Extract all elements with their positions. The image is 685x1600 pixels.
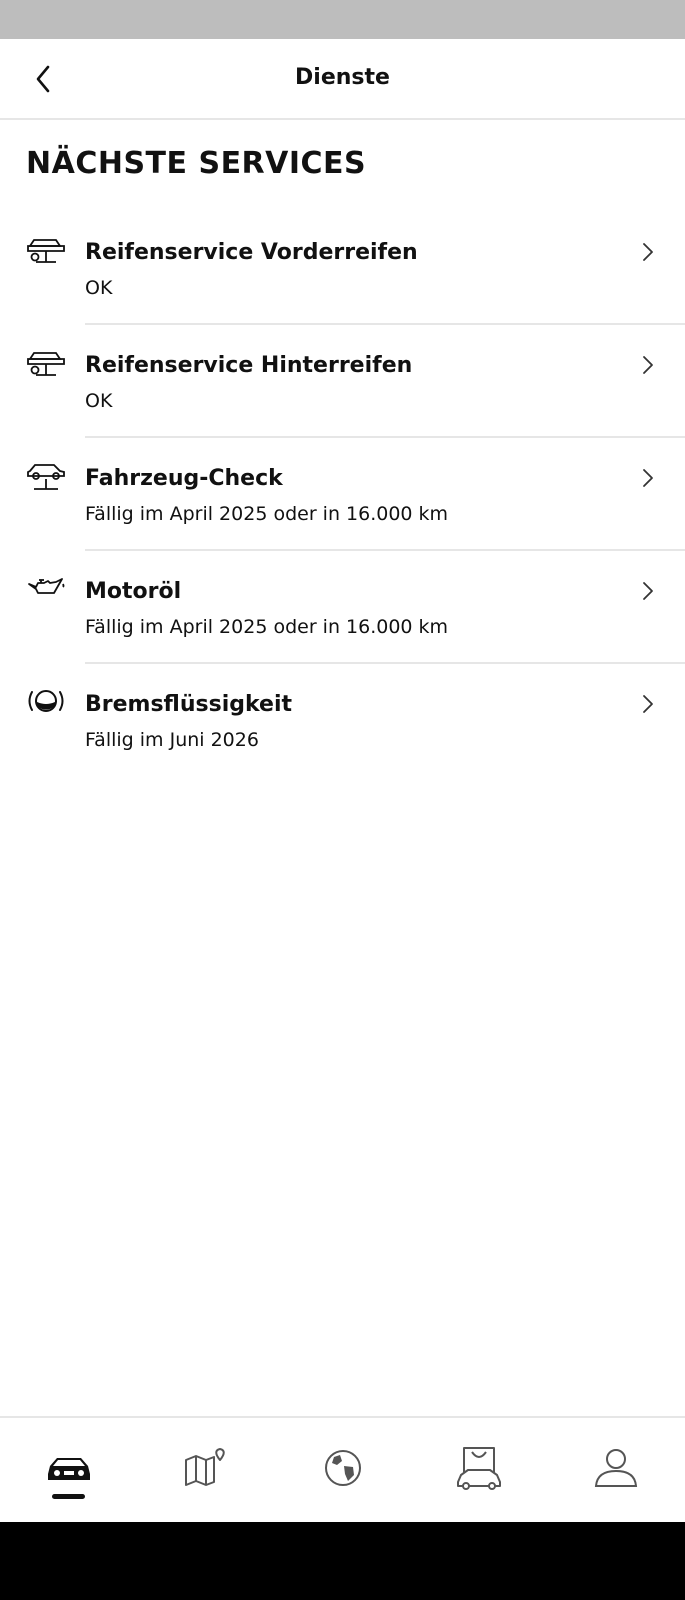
service-title: Fahrzeug-Check	[85, 466, 283, 491]
status-bar	[0, 0, 685, 39]
oil-can-icon	[26, 571, 66, 605]
service-title: Reifenservice Hinterreifen	[85, 353, 413, 378]
service-row-brake-fluid[interactable]: Bremsflüssigkeit Fällig im Juni 2026	[0, 664, 685, 777]
service-row-vehicle-check[interactable]: Fahrzeug-Check Fällig im April 2025 oder…	[0, 438, 685, 551]
tire-lift-icon	[26, 232, 66, 266]
nav-profile[interactable]	[591, 1446, 641, 1490]
bottom-nav	[0, 1416, 685, 1524]
profile-icon	[594, 1449, 638, 1487]
car-icon	[48, 1458, 90, 1480]
service-status: Fällig im Juni 2026	[85, 729, 259, 751]
tire-lift-icon	[26, 345, 66, 379]
shop-icon	[457, 1447, 501, 1490]
service-list: Reifenservice Vorderreifen OK Reifenserv…	[0, 212, 685, 777]
chevron-right-icon	[643, 243, 653, 261]
service-row-front-tires[interactable]: Reifenservice Vorderreifen OK	[0, 212, 685, 325]
page-title: Dienste	[295, 65, 390, 90]
service-row-engine-oil[interactable]: Motoröl Fällig im April 2025 oder in 16.…	[0, 551, 685, 664]
service-status: OK	[85, 390, 113, 412]
nav-explore[interactable]	[318, 1446, 368, 1490]
service-status: OK	[85, 277, 113, 299]
nav-vehicle[interactable]	[44, 1446, 94, 1490]
brake-fluid-icon	[26, 684, 66, 718]
system-navigation-bar	[0, 1522, 685, 1600]
service-status: Fällig im April 2025 oder in 16.000 km	[85, 616, 449, 638]
globe-icon	[325, 1450, 361, 1486]
service-title: Reifenservice Vorderreifen	[85, 240, 418, 265]
service-status: Fällig im April 2025 oder in 16.000 km	[85, 503, 449, 525]
chevron-right-icon	[643, 356, 653, 374]
map-icon	[185, 1448, 225, 1486]
nav-shop[interactable]	[454, 1446, 504, 1490]
chevron-right-icon	[643, 582, 653, 600]
service-title: Bremsflüssigkeit	[85, 692, 293, 717]
nav-map[interactable]	[182, 1446, 232, 1490]
service-row-rear-tires[interactable]: Reifenservice Hinterreifen OK	[0, 325, 685, 438]
nav-active-indicator	[52, 1494, 85, 1499]
service-title: Motoröl	[85, 579, 182, 604]
chevron-right-icon	[643, 469, 653, 487]
vehicle-lift-icon	[26, 458, 66, 492]
section-title: NÄCHSTE SERVICES	[26, 146, 367, 181]
chevron-right-icon	[643, 695, 653, 713]
app-bar: Dienste	[0, 39, 685, 120]
